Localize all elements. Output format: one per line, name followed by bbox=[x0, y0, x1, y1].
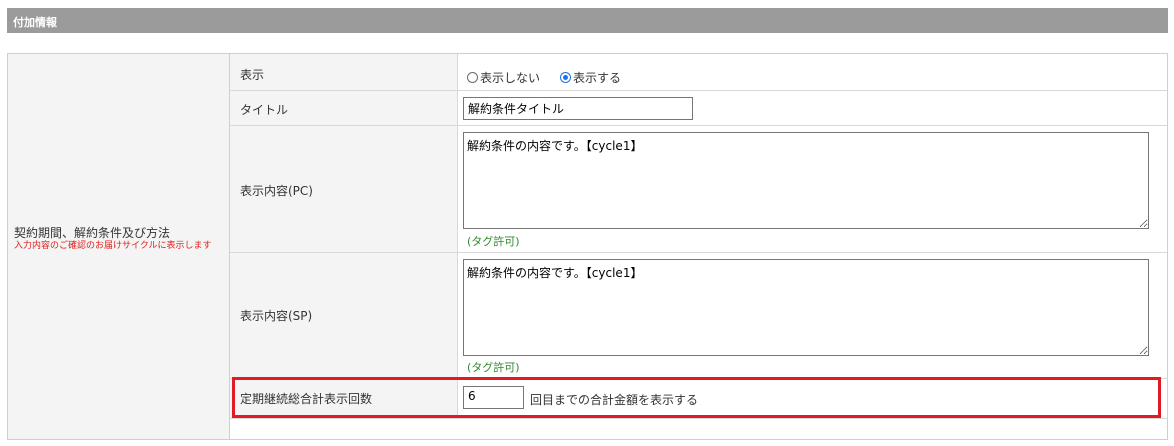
title-input[interactable]: 解約条件タイトル bbox=[463, 97, 693, 120]
row-total-count: 定期継続総合計表示回数 6 回目までの合計金額を表示する bbox=[230, 379, 1167, 419]
row-total-count-label: 定期継続総合計表示回数 bbox=[240, 392, 373, 406]
row-total-count-label-cell: 定期継続総合計表示回数 bbox=[230, 379, 458, 418]
row-display: 表示 表示しない 表示する bbox=[230, 54, 1167, 91]
row-content-sp-label: 表示内容(SP) bbox=[240, 309, 313, 323]
row-display-label: 表示 bbox=[240, 68, 265, 82]
row-content-pc-label-cell: 表示内容(PC) bbox=[230, 126, 458, 252]
row-title-label: タイトル bbox=[240, 103, 289, 117]
radio-show[interactable]: 表示する bbox=[560, 69, 621, 86]
row-title: タイトル 解約条件タイトル bbox=[230, 91, 1167, 126]
group-label-cell: 契約期間、解約条件及び方法 入力内容のご確認のお届けサイクルに表示します bbox=[8, 54, 230, 439]
row-content-pc: 表示内容(PC) 解約条件の内容です。【cycle1】 (タグ許可) bbox=[230, 126, 1167, 253]
total-count-input[interactable]: 6 bbox=[463, 386, 524, 409]
row-content-sp-label-cell: 表示内容(SP) bbox=[230, 253, 458, 378]
settings-table: 契約期間、解約条件及び方法 入力内容のご確認のお届けサイクルに表示します 表示 … bbox=[7, 53, 1168, 440]
row-content-pc-value-cell: 解約条件の内容です。【cycle1】 (タグ許可) bbox=[458, 126, 1167, 252]
section-header: 付加情報 bbox=[7, 8, 1168, 33]
content-pc-textarea[interactable]: 解約条件の内容です。【cycle1】 bbox=[463, 132, 1149, 229]
row-content-sp: 表示内容(SP) 解約条件の内容です。【cycle1】 (タグ許可) bbox=[230, 253, 1167, 379]
radio-hide-label: 表示しない bbox=[480, 71, 541, 85]
radio-hide-button[interactable] bbox=[467, 72, 478, 83]
radio-hide[interactable]: 表示しない bbox=[467, 69, 540, 86]
section-title: 付加情報 bbox=[13, 16, 57, 29]
row-display-value-cell: 表示しない 表示する bbox=[458, 54, 1167, 90]
radio-show-button[interactable] bbox=[560, 72, 571, 83]
row-title-label-cell: タイトル bbox=[230, 91, 458, 125]
group-title: 契約期間、解約条件及び方法 bbox=[14, 226, 171, 240]
row-content-pc-label: 表示内容(PC) bbox=[240, 184, 313, 198]
row-content-sp-value-cell: 解約条件の内容です。【cycle1】 (タグ許可) bbox=[458, 253, 1167, 378]
group-note: 入力内容のご確認のお届けサイクルに表示します bbox=[14, 241, 212, 251]
content-sp-textarea[interactable]: 解約条件の内容です。【cycle1】 bbox=[463, 259, 1149, 356]
content-sp-tag-note: (タグ許可) bbox=[467, 361, 520, 374]
row-title-value-cell: 解約条件タイトル bbox=[458, 91, 1167, 125]
row-total-count-value-cell: 6 回目までの合計金額を表示する bbox=[458, 379, 1167, 418]
row-display-label-cell: 表示 bbox=[230, 54, 458, 90]
radio-show-label: 表示する bbox=[573, 71, 622, 85]
content-pc-tag-note: (タグ許可) bbox=[467, 235, 520, 248]
total-count-suffix: 回目までの合計金額を表示する bbox=[530, 393, 699, 407]
